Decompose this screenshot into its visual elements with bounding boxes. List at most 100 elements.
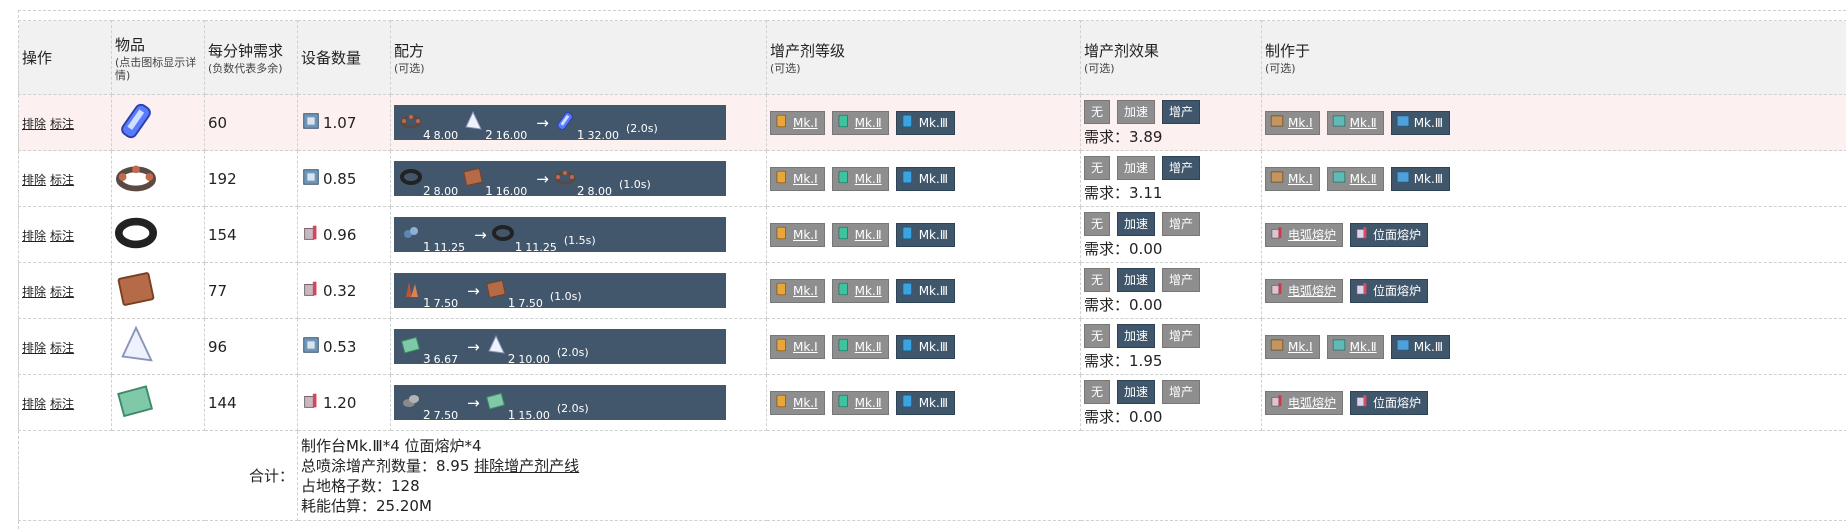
prolif-level-button[interactable]: Mk.Ⅱ: [831, 222, 889, 247]
effect-speed-button[interactable]: 加速: [1117, 324, 1156, 348]
recipe-select[interactable]: 2 7.50 → 1 15.00 (2.0s): [394, 385, 726, 422]
recipe-select[interactable]: 3 6.67 → 2 10.00 (2.0s): [394, 329, 726, 366]
electromagnetic-turbine-icon[interactable]: [115, 165, 157, 202]
header-item: 物品 (点击图标显示详情): [111, 20, 205, 95]
made-in-button[interactable]: Mk.Ⅱ: [1326, 334, 1384, 359]
effect-speed-button[interactable]: 加速: [1117, 268, 1156, 292]
glass-icon[interactable]: [115, 384, 157, 426]
recipe-cell: 4 8.00 2 16.00 → 1 32.00 (2.0s): [390, 94, 767, 151]
made-in-button[interactable]: Mk.Ⅰ: [1265, 334, 1320, 359]
assembler-mk2-icon: [1331, 337, 1350, 356]
prolif-level-button[interactable]: Mk.Ⅱ: [831, 278, 889, 303]
effect-extra-button[interactable]: 增产: [1162, 268, 1201, 292]
exclude-link[interactable]: 排除: [22, 285, 46, 299]
input-count: 2: [485, 127, 493, 142]
made-in-button[interactable]: 电弧熔炉: [1265, 222, 1344, 247]
prolif-level-button[interactable]: Mk.Ⅲ: [895, 390, 956, 415]
made-in-button[interactable]: 位面熔炉: [1350, 278, 1429, 303]
made-in-button[interactable]: Mk.Ⅰ: [1265, 166, 1320, 191]
prism-icon[interactable]: [115, 325, 157, 370]
mk1-icon: [774, 393, 793, 412]
effect-extra-button[interactable]: 增产: [1162, 212, 1201, 236]
effect-none-button[interactable]: 无: [1084, 212, 1111, 236]
made-in-button[interactable]: Mk.Ⅲ: [1390, 166, 1451, 191]
exclude-link[interactable]: 排除: [22, 173, 46, 187]
prolif-level-button[interactable]: Mk.Ⅱ: [831, 110, 889, 135]
mk3-icon: [900, 393, 919, 412]
recipe-input: 1 16.00: [462, 166, 527, 198]
made-in-button[interactable]: 位面熔炉: [1350, 390, 1429, 415]
made-in-button[interactable]: Mk.Ⅱ: [1326, 166, 1384, 191]
effect-extra-button[interactable]: 增产: [1162, 380, 1201, 404]
effect-extra-button[interactable]: 增产: [1162, 324, 1201, 348]
mark-link[interactable]: 标注: [50, 229, 74, 243]
effect-extra-button[interactable]: 增产: [1162, 100, 1201, 124]
prolif-level-button[interactable]: Mk.Ⅲ: [895, 222, 956, 247]
magnetic-coil-icon[interactable]: [115, 217, 157, 258]
prolif-level-button[interactable]: Mk.Ⅲ: [895, 278, 956, 303]
effect-extra-button[interactable]: 增产: [1162, 156, 1201, 180]
prolif-level-button[interactable]: Mk.Ⅰ: [770, 334, 825, 359]
prolif-level-button[interactable]: Mk.Ⅲ: [895, 166, 956, 191]
op-cell: 排除 标注: [18, 150, 112, 207]
mk2-icon: [836, 169, 855, 188]
mark-link[interactable]: 标注: [50, 397, 74, 411]
output-rate: 15.00: [518, 408, 550, 422]
copper-ingot-icon[interactable]: [115, 271, 157, 314]
made-in-button[interactable]: Mk.Ⅲ: [1390, 110, 1451, 135]
assembler-icon: [301, 335, 323, 359]
effect-none-button[interactable]: 无: [1084, 156, 1111, 180]
mark-link[interactable]: 标注: [50, 117, 74, 131]
effect-speed-button[interactable]: 加速: [1117, 212, 1156, 236]
prolif-level-button[interactable]: Mk.Ⅱ: [831, 390, 889, 415]
prolif-level-button[interactable]: Mk.Ⅰ: [770, 166, 825, 191]
effect-speed-button[interactable]: 加速: [1117, 156, 1156, 180]
exclude-link[interactable]: 排除: [22, 341, 46, 355]
exclude-proliferator-link[interactable]: 排除增产剂产线: [474, 457, 579, 475]
prolif-level-button[interactable]: Mk.Ⅰ: [770, 390, 825, 415]
recipe-select[interactable]: 4 8.00 2 16.00 → 1 32.00 (2.0s): [394, 105, 726, 142]
smelter-icon: [301, 279, 323, 303]
made-in-button[interactable]: Mk.Ⅲ: [1390, 334, 1451, 359]
recipe-select[interactable]: 1 7.50 → 1 7.50 (1.0s): [394, 273, 726, 310]
prolif-level-button[interactable]: Mk.Ⅲ: [895, 334, 956, 359]
made-in-button[interactable]: Mk.Ⅱ: [1326, 110, 1384, 135]
mark-link[interactable]: 标注: [50, 341, 74, 355]
prolif-level-button[interactable]: Mk.Ⅱ: [831, 334, 889, 359]
effect-none-button[interactable]: 无: [1084, 324, 1111, 348]
effect-none-button[interactable]: 无: [1084, 380, 1111, 404]
mark-link[interactable]: 标注: [50, 173, 74, 187]
made-in-button[interactable]: 电弧熔炉: [1265, 390, 1344, 415]
recipe-cell: 2 7.50 → 1 15.00 (2.0s): [390, 374, 767, 431]
prolif-level-button[interactable]: Mk.Ⅲ: [895, 110, 956, 135]
prolif-level-button[interactable]: Mk.Ⅰ: [770, 278, 825, 303]
table-row: 排除 标注 60 1.07 4 8.00 2 16.00 → 1 32.00 (2.0s) Mk.Ⅰ Mk…: [18, 94, 1846, 151]
effect-speed-button[interactable]: 加速: [1117, 100, 1156, 124]
recipe-output: 2 8.00: [554, 166, 612, 198]
prolif-level-button[interactable]: Mk.Ⅱ: [831, 166, 889, 191]
header-row: 操作 物品 (点击图标显示详情) 每分钟需求 (负数代表多余) 设备数量 配方 (可选…: [18, 20, 1846, 95]
devices-cell: 0.96: [297, 206, 391, 263]
exclude-link[interactable]: 排除: [22, 117, 46, 131]
made-in-button[interactable]: Mk.Ⅰ: [1265, 110, 1320, 135]
effect-none-button[interactable]: 无: [1084, 268, 1111, 292]
recipe-select[interactable]: 1 11.25 → 1 11.25 (1.5s): [394, 217, 726, 254]
prolif-level-button[interactable]: Mk.Ⅰ: [770, 110, 825, 135]
output-count: 1: [507, 407, 516, 422]
recipe-select[interactable]: 2 8.00 1 16.00 → 2 8.00 (1.0s): [394, 161, 726, 198]
input-rate: 16.00: [495, 184, 528, 198]
effect-none-button[interactable]: 无: [1084, 100, 1111, 124]
total-power: 耗能估算：25.20M: [301, 496, 432, 515]
glass-icon: [485, 390, 507, 416]
recipe-output: 1 15.00: [485, 390, 550, 422]
made-in-button[interactable]: 电弧熔炉: [1265, 278, 1344, 303]
mark-link[interactable]: 标注: [50, 285, 74, 299]
made-in-button[interactable]: 位面熔炉: [1350, 222, 1429, 247]
item-cell: [111, 94, 205, 151]
rows-body: 排除 标注 60 1.07 4 8.00 2 16.00 → 1 32.00 (2.0s) Mk.Ⅰ Mk…: [18, 94, 1846, 431]
particle-container-icon[interactable]: [115, 103, 157, 146]
exclude-link[interactable]: 排除: [22, 229, 46, 243]
prolif-level-button[interactable]: Mk.Ⅰ: [770, 222, 825, 247]
effect-speed-button[interactable]: 加速: [1117, 380, 1156, 404]
exclude-link[interactable]: 排除: [22, 397, 46, 411]
